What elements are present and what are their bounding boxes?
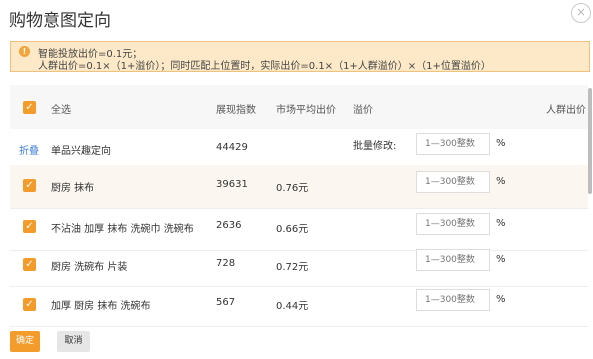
targeting-dialog: 购物意图定向 × ! 智能投放出价=0.1元； 人群出价=0.1×（1+溢价）；…	[0, 0, 593, 359]
warning-icon: !	[19, 46, 30, 57]
row-index: 39631	[216, 179, 248, 190]
batch-premium-input[interactable]	[416, 133, 490, 155]
fold-link[interactable]: 折叠	[19, 142, 39, 157]
cancel-button[interactable]: 取消	[57, 331, 90, 352]
row-checkbox[interactable]: ✓	[23, 220, 36, 233]
close-icon[interactable]: ×	[571, 3, 591, 23]
header-index: 展现指数	[216, 105, 256, 116]
row-index: 567	[216, 297, 236, 308]
select-all-checkbox[interactable]: ✓	[23, 101, 36, 114]
notice-line-2: 人群出价=0.1×（1+溢价）；同时匹配上位置时，实际出价=0.1×（1+人群溢…	[38, 61, 491, 72]
row-keyword: 厨房 洗碗布 片装	[51, 262, 128, 273]
batch-edit-label: 批量修改:	[353, 141, 397, 152]
row-checkbox[interactable]: ✓	[23, 258, 36, 271]
header-avg-price: 市场平均出价	[276, 105, 336, 116]
table-header: ✓ 全选 展现指数 市场平均出价 溢价 人群出价	[10, 85, 588, 129]
percent-unit: %	[496, 176, 506, 187]
row-keyword: 厨房 抹布	[51, 183, 95, 194]
percent-unit: %	[496, 254, 506, 265]
percent-unit: %	[496, 294, 506, 305]
row-index: 2636	[216, 220, 242, 231]
header-crowd-price: 人群出价	[546, 105, 586, 116]
premium-input[interactable]	[416, 289, 490, 311]
row-keyword: 不沾油 加厚 抹布 洗碗巾 洗碗布	[51, 224, 194, 235]
row-avg-price: 0.76元	[276, 183, 309, 194]
group-name: 单品兴趣定向	[51, 146, 111, 157]
row-keyword: 加厚 厨房 抹布 洗碗布	[51, 301, 151, 312]
bid-notice: ! 智能投放出价=0.1元； 人群出价=0.1×（1+溢价）；同时匹配上位置时，…	[10, 41, 590, 72]
table-scrollbar[interactable]	[588, 88, 592, 194]
confirm-button[interactable]: 确定	[10, 331, 40, 352]
percent-unit: %	[496, 138, 506, 149]
group-index: 44429	[216, 142, 248, 153]
premium-input[interactable]	[416, 171, 490, 193]
row-index: 728	[216, 258, 236, 269]
header-premium: 溢价	[353, 105, 373, 116]
table-row: ✓ 厨房 洗碗布 片装 728 0.72元 %	[10, 243, 588, 287]
premium-input[interactable]	[416, 249, 490, 271]
row-checkbox[interactable]: ✓	[23, 179, 36, 192]
premium-input[interactable]	[416, 213, 490, 235]
row-checkbox[interactable]: ✓	[23, 298, 36, 311]
row-avg-price: 0.44元	[276, 301, 309, 312]
row-avg-price: 0.66元	[276, 224, 309, 235]
table-row: ✓ 厨房 抹布 39631 0.76元 %	[10, 165, 588, 209]
header-select-all: 全选	[51, 105, 71, 116]
table-row: ✓ 加厚 厨房 抹布 洗碗布 567 0.44元 %	[10, 283, 588, 327]
dialog-title: 购物意图定向	[9, 11, 111, 31]
row-avg-price: 0.72元	[276, 262, 309, 273]
percent-unit: %	[496, 218, 506, 229]
